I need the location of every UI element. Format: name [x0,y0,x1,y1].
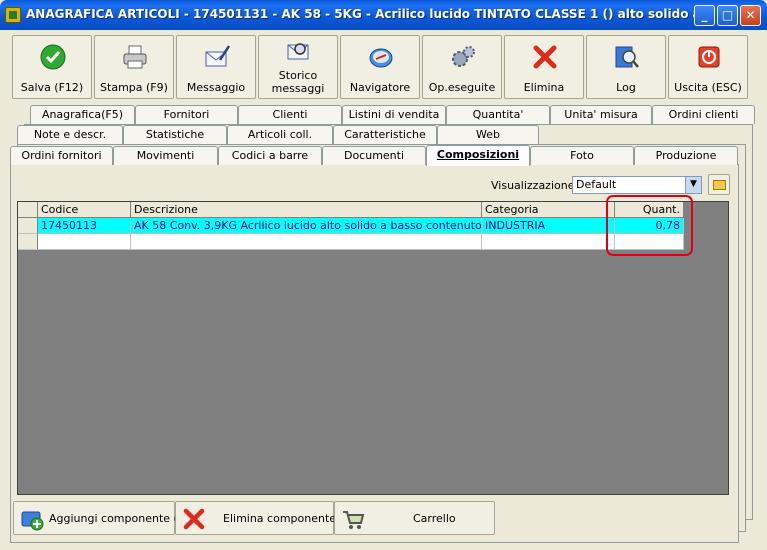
tab-caratteristiche[interactable]: Caratteristiche [333,125,437,144]
message-history-button[interactable]: Storico messaggi [258,35,338,99]
cell-code[interactable]: 17450113 [38,218,131,234]
navigator-button[interactable]: Navigatore [340,35,420,99]
row-selector[interactable] [18,218,38,234]
remove-component-label: Elimina componente [223,512,337,525]
cell-description-empty[interactable] [131,234,482,250]
column-header-code[interactable]: Codice [38,202,131,218]
printer-icon [123,45,147,69]
message-history-label-1: Storico [278,69,318,82]
message-history-label-2: messaggi [271,82,325,95]
checkmark-icon [40,44,66,70]
envelope-pen-icon [205,45,230,67]
folder-button[interactable] [708,174,730,195]
cell-code-empty[interactable] [38,234,131,250]
cell-category-empty[interactable] [482,234,615,250]
tab-produzione[interactable]: Produzione [634,146,738,165]
operations-label: Op.eseguite [428,81,496,94]
tab-ordini-clienti[interactable]: Ordini clienti [652,105,755,124]
view-select[interactable]: Default ▼ [572,176,702,194]
compass-icon [369,48,393,68]
add-component-button[interactable]: Aggiungi componente (F4 [13,501,191,535]
column-header-description[interactable]: Descrizione [131,202,482,218]
message-label: Messaggio [186,81,246,94]
cart-button[interactable]: Carrello [334,501,495,535]
add-component-label: Aggiungi componente (F4 [49,512,192,525]
maximize-button[interactable]: □ [717,5,738,26]
log-magnifier-icon [615,46,639,68]
add-cart-icon [21,511,44,531]
chevron-down-icon[interactable]: ▼ [685,177,701,193]
print-label: Stampa (F9) [100,81,168,94]
view-label: Visualizzazione : [491,179,582,192]
tab-unita-misura[interactable]: Unita' misura [550,105,652,124]
exit-label: Uscita (ESC) [674,81,742,94]
close-button[interactable]: ✕ [740,5,761,26]
tab-ordini-fornitori[interactable]: Ordini fornitori [10,146,113,165]
delete-button[interactable]: Elimina [504,35,584,99]
power-icon [698,46,720,68]
red-x-icon [533,45,557,69]
cart-icon [343,511,365,529]
row-header-corner [18,202,38,218]
print-button[interactable]: Stampa (F9) [94,35,174,99]
tab-foto[interactable]: Foto [530,146,634,165]
app-icon [5,7,21,23]
view-select-value: Default [576,178,617,191]
tab-composizioni[interactable]: Composizioni [426,145,530,166]
title-bar: ANAGRAFICA ARTICOLI - 174501131 - AK 58 … [0,0,767,30]
gears-icon [452,46,475,67]
red-x-icon [183,508,205,530]
exit-button[interactable]: Uscita (ESC) [668,35,748,99]
remove-component-button[interactable]: Elimina componente [175,501,337,535]
tab-codici-a-barre[interactable]: Codici a barre [218,146,322,165]
tab-documenti[interactable]: Documenti [322,146,426,165]
save-label: Salva (F12) [20,81,84,94]
log-button[interactable]: Log [586,35,666,99]
tab-fornitori[interactable]: Fornitori [135,105,238,124]
log-label: Log [616,81,636,94]
tab-anagrafica[interactable]: Anagrafica(F5) [30,105,135,124]
column-header-category[interactable]: Categoria [482,202,615,218]
message-button[interactable]: Messaggio [176,35,256,99]
tab-web[interactable]: Web [437,125,539,144]
cell-category[interactable]: INDUSTRIA [482,218,615,234]
row-selector[interactable] [18,234,38,250]
grid-header: Codice Descrizione Categoria Quant. [18,202,684,218]
tab-articoli-coll[interactable]: Articoli coll. [227,125,333,144]
delete-label: Elimina [523,81,565,94]
tab-clienti[interactable]: Clienti [238,105,342,124]
tab-note-e-descr[interactable]: Note e descr. [17,125,123,144]
table-row-new[interactable] [18,234,684,250]
save-button[interactable]: Salva (F12) [12,35,92,99]
navigator-label: Navigatore [349,81,411,94]
window-title: ANAGRAFICA ARTICOLI - 174501131 - AK 58 … [26,7,694,21]
cart-label: Carrello [413,512,456,525]
table-row[interactable]: 17450113 AK 58 Conv. 3,9KG Acrilico luci… [18,218,684,234]
folder-icon [713,180,726,190]
cell-description[interactable]: AK 58 Conv. 3,9KG Acrilico lucido alto s… [131,218,482,234]
quantity-highlight [606,195,693,256]
tab-quantita[interactable]: Quantita' [446,105,550,124]
tab-statistiche[interactable]: Statistiche [123,125,227,144]
tab-movimenti[interactable]: Movimenti [113,146,218,165]
operations-button[interactable]: Op.eseguite [422,35,502,99]
envelope-search-icon [287,43,309,60]
tab-listini-di-vendita[interactable]: Listini di vendita [342,105,446,124]
minimize-button[interactable]: _ [694,5,715,26]
